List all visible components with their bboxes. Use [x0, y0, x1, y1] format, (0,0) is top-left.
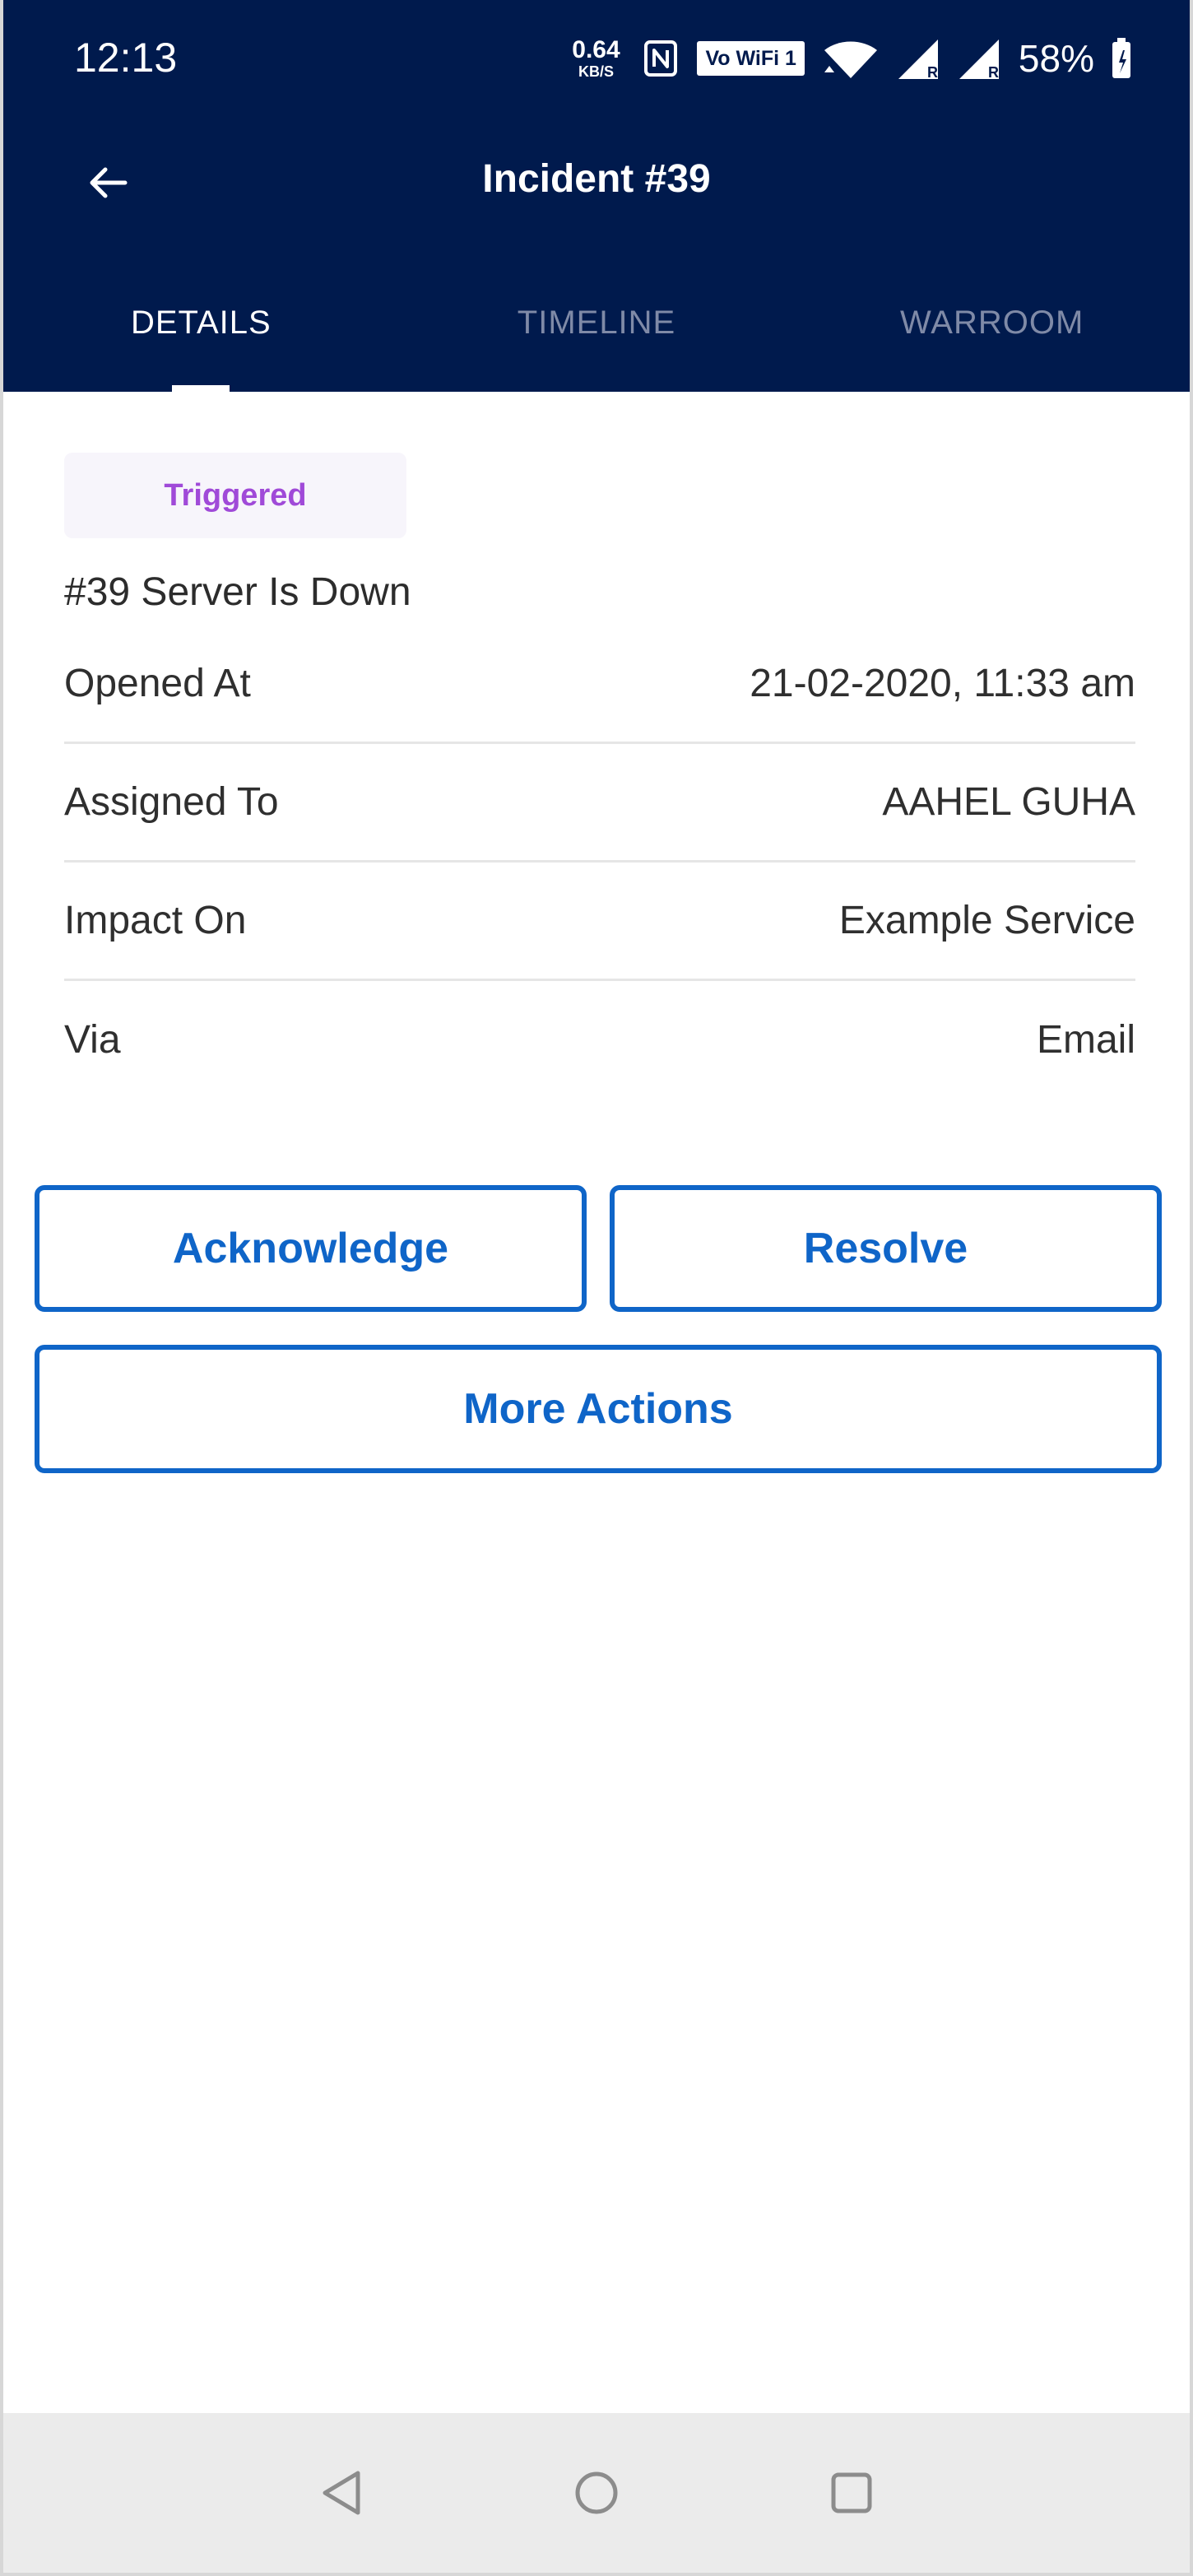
system-recents-button[interactable] — [821, 2464, 882, 2525]
page-title: Incident #39 — [482, 157, 711, 201]
resolve-button[interactable]: Resolve — [610, 1185, 1162, 1312]
incident-details: Triggered #39 Server Is Down Opened At 2… — [3, 392, 1190, 2416]
battery-percent: 58% — [1018, 37, 1094, 80]
active-tab-indicator — [172, 385, 230, 392]
field-label: Opened At — [64, 661, 251, 705]
wifi-icon — [821, 36, 880, 81]
svg-text:R: R — [988, 64, 999, 81]
network-speed: 0.64 KB/S — [567, 36, 624, 80]
incident-title: #39 Server Is Down — [64, 570, 411, 614]
tab-details[interactable]: DETAILS — [3, 247, 399, 392]
network-speed-unit: KB/S — [578, 63, 614, 80]
signal-icon: R — [897, 36, 941, 81]
field-row-via: Via Email — [64, 981, 1135, 1100]
nfc-icon — [641, 39, 680, 78]
svg-text:R: R — [927, 64, 938, 81]
network-speed-value: 0.64 — [572, 36, 620, 63]
incident-fields: Opened At 21-02-2020, 11:33 am Assigned … — [64, 625, 1135, 1100]
field-value: Email — [1036, 1018, 1135, 1062]
field-row-impact-on: Impact On Example Service — [64, 863, 1135, 981]
system-navigation-bar — [3, 2413, 1190, 2573]
field-label: Via — [64, 1018, 121, 1062]
field-label: Impact On — [64, 898, 247, 942]
vowifi-indicator: Vo WiFi 1 — [697, 41, 805, 76]
field-row-assigned-to: Assigned To AAHEL GUHA — [64, 744, 1135, 863]
field-row-opened-at: Opened At 21-02-2020, 11:33 am — [64, 625, 1135, 744]
back-triangle-icon — [315, 2467, 368, 2523]
tab-warroom-label: WARROOM — [900, 305, 1084, 341]
system-back-button[interactable] — [311, 2464, 372, 2525]
battery-icon — [1111, 37, 1132, 80]
signal-icon: R — [958, 36, 1002, 81]
acknowledge-button[interactable]: Acknowledge — [35, 1185, 587, 1312]
app-header: 12:13 0.64 KB/S Vo WiFi 1 R R 58% Incide… — [3, 0, 1190, 392]
field-value: AAHEL GUHA — [882, 779, 1135, 824]
field-value: Example Service — [838, 898, 1135, 942]
primary-actions: Acknowledge Resolve — [35, 1185, 1162, 1312]
tab-details-label: DETAILS — [130, 305, 272, 341]
system-home-button[interactable] — [566, 2464, 627, 2525]
more-actions-button[interactable]: More Actions — [35, 1345, 1162, 1473]
app-bar: Incident #39 — [3, 115, 1190, 247]
status-icons: 0.64 KB/S Vo WiFi 1 R R 58% — [567, 30, 1132, 87]
tab-timeline[interactable]: TIMELINE — [399, 247, 795, 392]
action-buttons: Acknowledge Resolve More Actions — [35, 1185, 1162, 1473]
field-value: 21-02-2020, 11:33 am — [750, 661, 1135, 705]
phone-screen: 12:13 0.64 KB/S Vo WiFi 1 R R 58% Incide… — [0, 0, 1193, 2576]
tab-timeline-label: TIMELINE — [517, 305, 676, 341]
tab-warroom[interactable]: WARROOM — [794, 247, 1190, 392]
field-label: Assigned To — [64, 779, 279, 824]
home-circle-icon — [570, 2467, 623, 2523]
tab-bar: DETAILS TIMELINE WARROOM — [3, 247, 1190, 392]
status-time: 12:13 — [74, 35, 178, 81]
recents-square-icon — [825, 2467, 878, 2523]
status-bar: 12:13 0.64 KB/S Vo WiFi 1 R R 58% — [3, 0, 1190, 115]
status-badge: Triggered — [64, 453, 406, 538]
